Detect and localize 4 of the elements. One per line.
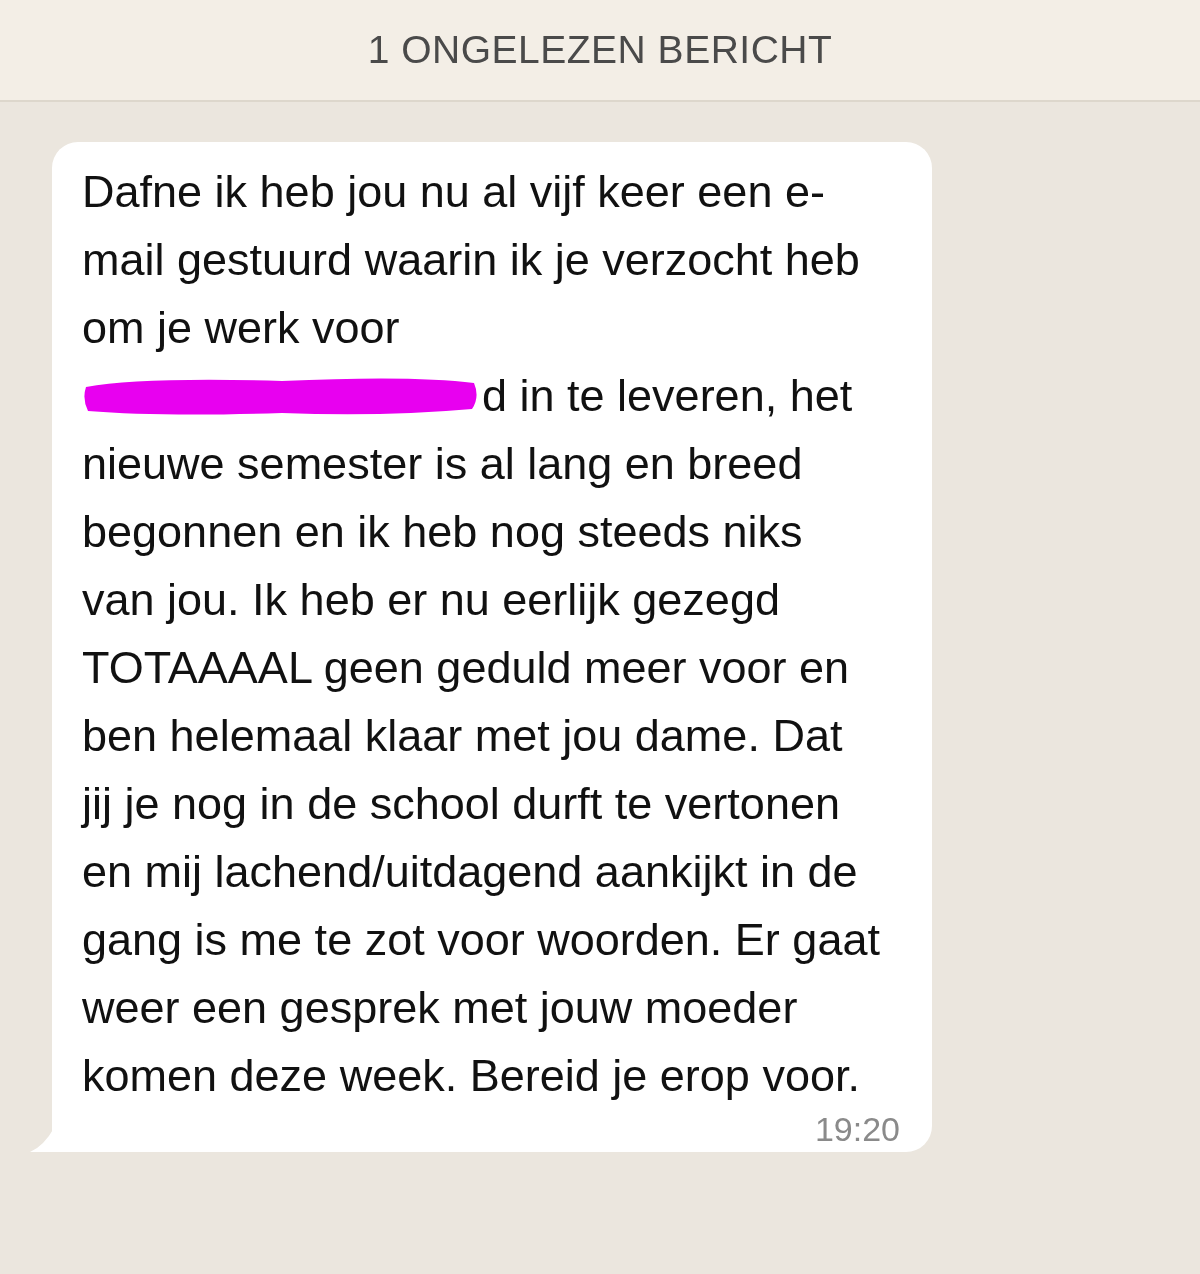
unread-label: 1 ONGELEZEN BERICHT	[367, 28, 833, 72]
message-time: 19:20	[814, 1110, 900, 1148]
message-text: d in te leveren, het	[482, 369, 853, 423]
message-text: nieuwe semester is al lang en breed begonnen en ik heb nog steeds niks van jou. Ik heb er nu eerlijk gezegd TOTAAAAL geen geduld meer voor en ben helemaal klaar met jou dame. Dat jij je nog in de school durft te vertonen en mij lachend/uitdagend aankijkt in de gang is me te zot voor woorden. Er gaat weer een gesprek met jouw moeder komen deze week. Bereid je erop voor.	[82, 437, 881, 1103]
